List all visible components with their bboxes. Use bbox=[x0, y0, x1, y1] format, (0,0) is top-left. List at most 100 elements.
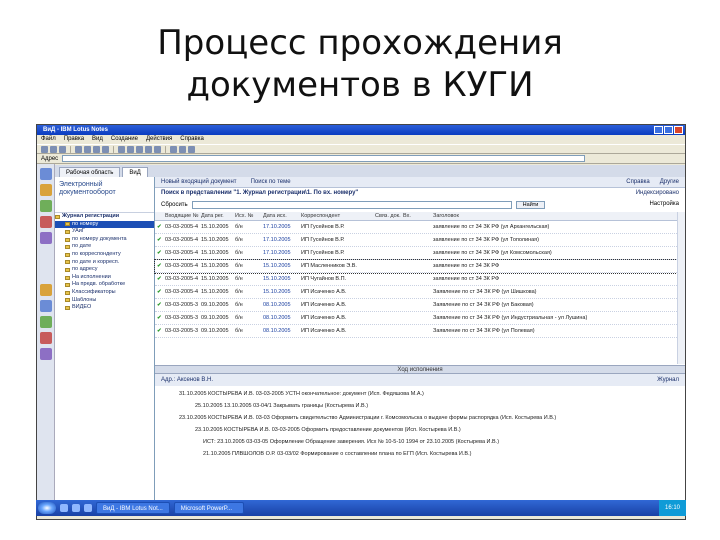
database-icon[interactable] bbox=[40, 300, 52, 312]
search-topic-button[interactable]: Поиск по теме bbox=[251, 179, 291, 185]
tree-row[interactable]: ИСТ: 23.10.2005 03-03-05 Оформление Обра… bbox=[155, 436, 685, 448]
toolbar-icon[interactable] bbox=[188, 145, 195, 153]
menu-view[interactable]: Вид bbox=[92, 135, 103, 144]
close-icon[interactable] bbox=[674, 126, 683, 134]
column-header[interactable]: Дата рег. bbox=[199, 212, 233, 220]
column-header[interactable]: Заголовок bbox=[431, 212, 677, 220]
nav-item[interactable]: ВИДЕО bbox=[55, 304, 154, 312]
window-titlebar[interactable]: ВиД - IBM Lotus Notes bbox=[37, 125, 685, 135]
nav-item[interactable]: по номеру bbox=[55, 220, 154, 229]
column-header[interactable] bbox=[155, 212, 163, 220]
table-row[interactable]: ✔ 03-03-2005-4 15.10.2005 б/н 15.10.2005 ИП М… bbox=[154, 259, 678, 274]
cell-title: заявление по ст 34 ЗК РФ (ул Комсомольск… bbox=[433, 250, 552, 256]
toolbar-icon[interactable] bbox=[179, 145, 186, 153]
toolbar-icon[interactable] bbox=[50, 145, 57, 153]
vertical-scrollbar[interactable] bbox=[677, 212, 685, 364]
cell-out-date: 17.10.2005 bbox=[263, 250, 291, 256]
column-header[interactable]: Связ. док. bbox=[373, 212, 401, 220]
menu-file[interactable]: Файл bbox=[41, 135, 56, 144]
toolbar-icon[interactable] bbox=[127, 145, 134, 153]
tree-row[interactable]: 25.10.2005 13.10.2005 03-04/1 Закрывать … bbox=[155, 400, 685, 412]
table-row[interactable]: ✔ 03-03-2005-3 09.10.2005 б/н 08.10.2005 ИП И… bbox=[155, 299, 677, 312]
taskbar-item-lotus[interactable]: ВиД - IBM Lotus Not... bbox=[96, 502, 170, 514]
tree-row[interactable]: 23.10.2005 КОСТЫРЕВА И.В. 03-03-2005 Офо… bbox=[155, 424, 685, 436]
toolbar-icon[interactable] bbox=[145, 145, 152, 153]
table-row[interactable]: ✔ 03-03-2005-4 15.10.2005 б/н 15.10.2005 ИП Ч… bbox=[155, 273, 677, 286]
tree-row[interactable]: 31.10.2005 КОСТЫРЕВА И.В. 03-03-2005 УСТ… bbox=[155, 388, 685, 400]
progress-divider[interactable]: Ход исполнения bbox=[155, 365, 685, 374]
table-row[interactable]: ✔ 03-03-2005-4 15.10.2005 б/н 17.10.2005 ИП Г… bbox=[155, 247, 677, 260]
quicklaunch-icon[interactable] bbox=[60, 504, 68, 512]
nav-item[interactable]: по корреспонденту bbox=[55, 251, 154, 259]
column-header[interactable]: Вх. bbox=[401, 212, 431, 220]
toolbar-icon[interactable] bbox=[170, 145, 177, 153]
nav-item[interactable]: На исполнении bbox=[55, 274, 154, 282]
toolbar-icon[interactable] bbox=[75, 145, 82, 153]
cell-correspondent: ИП Исаченко А.В. bbox=[301, 289, 347, 295]
home-icon[interactable] bbox=[40, 168, 52, 180]
todo-icon[interactable] bbox=[40, 232, 52, 244]
taskbar-item-powerpoint[interactable]: Microsoft PowerP... bbox=[173, 502, 244, 514]
menu-help[interactable]: Справка bbox=[180, 135, 204, 144]
column-header[interactable]: Исх. № bbox=[233, 212, 261, 220]
search-input[interactable] bbox=[191, 200, 512, 209]
nav-item-label: На исполнении bbox=[72, 273, 111, 280]
nav-root-journal[interactable]: Журнал регистрации bbox=[55, 213, 154, 221]
settings-button[interactable]: Настройка bbox=[649, 199, 679, 210]
journal-button[interactable]: Журнал bbox=[657, 374, 679, 386]
nav-item[interactable]: Классификаторы bbox=[55, 289, 154, 297]
table-row[interactable]: ✔ 03-03-2005-4 15.10.2005 б/н 17.10.2005 ИП Г… bbox=[155, 234, 677, 247]
nav-item[interactable]: по дате и корресп. bbox=[55, 259, 154, 267]
tree-row[interactable]: 21.10.2005 ПЛВШОЛОВ О.Р. 03-03/02 Формир… bbox=[155, 448, 685, 460]
start-button[interactable] bbox=[38, 502, 56, 514]
table-row[interactable]: ✔ 03-03-2005-4 15.10.2005 б/н 15.10.2005 ИП И… bbox=[155, 286, 677, 299]
cell-linked bbox=[373, 286, 401, 298]
database-icon[interactable] bbox=[40, 332, 52, 344]
toolbar-icon[interactable] bbox=[118, 145, 125, 153]
menu-create[interactable]: Создание bbox=[111, 135, 138, 144]
table-row[interactable]: ✔ 03-03-2005-3 09.10.2005 б/н 08.10.2005 ИП И… bbox=[155, 312, 677, 325]
contacts-icon[interactable] bbox=[40, 216, 52, 228]
reset-search-link[interactable]: Сбросить bbox=[161, 202, 188, 208]
tree-row-text: ИСТ: 23.10.2005 03-03-05 Оформление Обра… bbox=[203, 439, 500, 445]
maximize-icon[interactable] bbox=[664, 126, 673, 134]
menu-edit[interactable]: Правка bbox=[64, 135, 84, 144]
help-button[interactable]: Справка bbox=[626, 177, 650, 188]
nav-item[interactable]: по номеру документа bbox=[55, 236, 154, 244]
tree-row[interactable]: 23.10.2005 КОСТЫРЕВА И.В. 03-03 Оформить… bbox=[155, 412, 685, 424]
toolbar-icon[interactable] bbox=[136, 145, 143, 153]
toolbar-icon[interactable] bbox=[41, 145, 48, 153]
column-header[interactable]: Корреспондент bbox=[299, 212, 373, 220]
database-icon[interactable] bbox=[40, 348, 52, 360]
toolbar-icon[interactable] bbox=[93, 145, 100, 153]
quicklaunch-icon[interactable] bbox=[72, 504, 80, 512]
toolbar-icon[interactable] bbox=[59, 145, 66, 153]
nav-item[interactable]: На предв. обработке bbox=[55, 281, 154, 289]
database-icon[interactable] bbox=[40, 316, 52, 328]
nav-item[interactable]: по адресу bbox=[55, 266, 154, 274]
column-header[interactable]: Дата исх. bbox=[261, 212, 299, 220]
database-icon[interactable] bbox=[40, 284, 52, 296]
quicklaunch-icon[interactable] bbox=[84, 504, 92, 512]
mail-icon[interactable] bbox=[40, 184, 52, 196]
tab-workspace[interactable]: Рабочая область bbox=[59, 167, 121, 177]
search-button[interactable]: Найти bbox=[515, 200, 546, 209]
other-button[interactable]: Другие bbox=[660, 177, 679, 188]
nav-item[interactable]: Шаблоны bbox=[55, 297, 154, 305]
table-row[interactable]: ✔ 03-03-2005-4 15.10.2005 б/н 17.10.2005 ИП Г… bbox=[155, 221, 677, 234]
tab-vid[interactable]: ВиД bbox=[122, 167, 148, 177]
table-row[interactable]: ✔ 03-03-2005-3 09.10.2005 б/н 08.10.2005 ИП И… bbox=[155, 325, 677, 338]
nav-item[interactable]: УАиГ bbox=[55, 228, 154, 236]
calendar-icon[interactable] bbox=[40, 200, 52, 212]
toolbar-icon[interactable] bbox=[102, 145, 109, 153]
minimize-icon[interactable] bbox=[654, 126, 663, 134]
cell-date: 15.10.2005 bbox=[201, 289, 229, 295]
view-title-text: Поиск в представлении "1. Журнал регистр… bbox=[161, 190, 359, 196]
nav-item[interactable]: по дате bbox=[55, 243, 154, 251]
address-input[interactable] bbox=[62, 155, 585, 162]
toolbar-icon[interactable] bbox=[154, 145, 161, 153]
menu-actions[interactable]: Действия bbox=[146, 135, 172, 144]
column-header[interactable]: Входящие № bbox=[163, 212, 199, 220]
new-document-button[interactable]: Новый входящий документ bbox=[161, 179, 237, 185]
toolbar-icon[interactable] bbox=[84, 145, 91, 153]
